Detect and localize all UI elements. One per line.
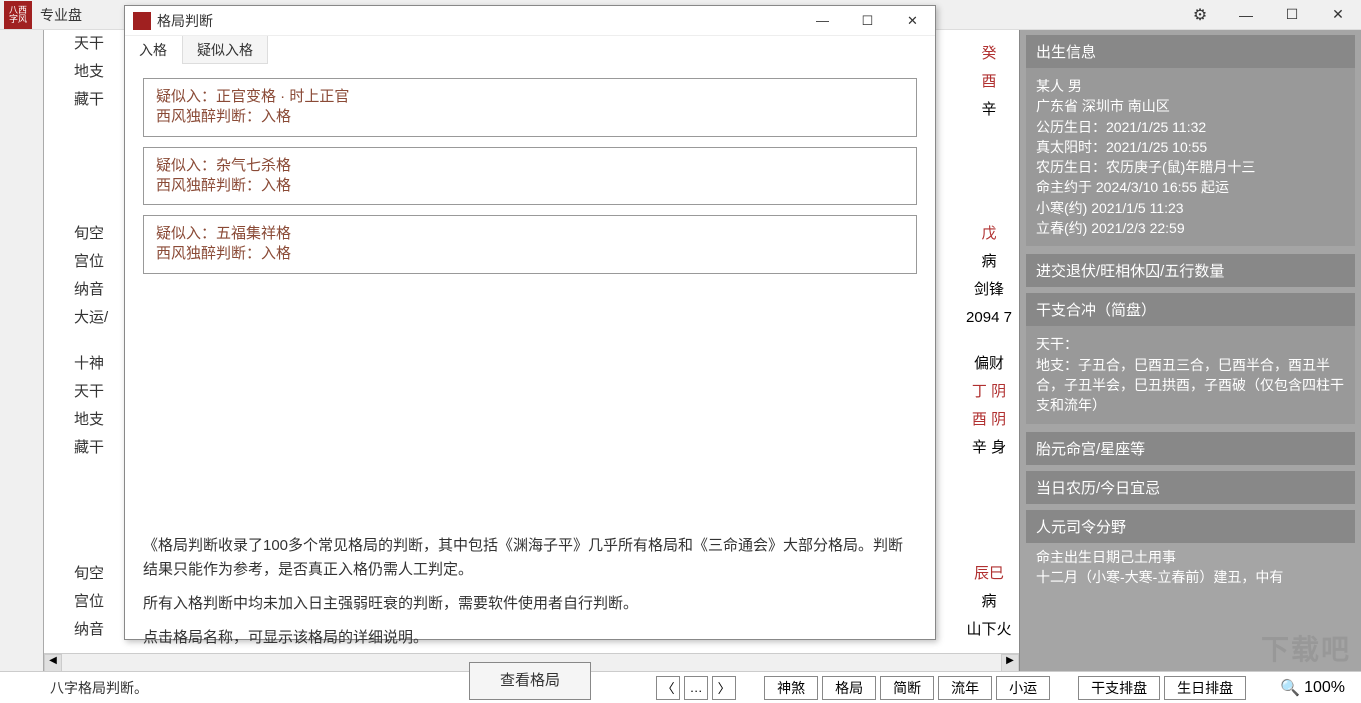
minimize-button[interactable]: — <box>1223 0 1269 30</box>
info-header-ganzhi[interactable]: 干支合冲（简盘） <box>1026 293 1355 326</box>
info-header-birth[interactable]: 出生信息 <box>1026 35 1355 68</box>
dialog-tabs: 入格 疑似入格 <box>125 36 935 64</box>
bg-labels-upper: 天干 地支 藏干 <box>74 30 104 114</box>
app-icon: 八西 字风 <box>4 1 32 29</box>
zoom-text: 100% <box>1304 679 1345 697</box>
birth-info-body: 某人 男 广东省 深圳市 南山区 公历生日：2021/1/25 11:32 真太… <box>1026 68 1355 246</box>
info-header-siling[interactable]: 人元司令分野 <box>1026 510 1355 543</box>
scroll-right-icon[interactable]: ▶ <box>1001 654 1019 672</box>
info-header-taiyuan[interactable]: 胎元命宫/星座等 <box>1026 432 1355 465</box>
rule-item[interactable]: 疑似入：杂气七杀格 西风独醉判断：入格 <box>143 147 917 206</box>
tab-yisi-ruge[interactable]: 疑似入格 <box>182 36 268 64</box>
dialog-body: 疑似入：正官变格 · 时上正官 西风独醉判断：入格 疑似入：杂气七杀格 西风独醉… <box>125 64 935 534</box>
dialog-icon <box>133 12 151 30</box>
rule-item[interactable]: 疑似入：五福集祥格 西风独醉判断：入格 <box>143 215 917 274</box>
info-panel: 出生信息 某人 男 广东省 深圳市 南山区 公历生日：2021/1/25 11:… <box>1019 30 1361 671</box>
right-column-mid: 戊 病 剑锋 2094 7 <box>959 220 1019 332</box>
tool-ganzhi-paipan[interactable]: 干支排盘 <box>1078 676 1160 700</box>
bg-labels-lower2: 十神 天干 地支 藏干 <box>74 350 104 462</box>
tool-shengri-paipan[interactable]: 生日排盘 <box>1164 676 1246 700</box>
tool-liunian[interactable]: 流年 <box>938 676 992 700</box>
right-column-mid2: 偏财 丁 阴 酉 阴 辛 身 <box>959 350 1019 462</box>
scroll-left-icon[interactable]: ◀ <box>44 654 62 672</box>
bg-labels-lower3: 旬空 宫位 纳音 <box>74 560 104 644</box>
geju-dialog: 格局判断 — ☐ ✕ 入格 疑似入格 疑似入：正官变格 · 时上正官 西风独醉判… <box>124 5 936 640</box>
gear-icon[interactable]: ⚙ <box>1177 0 1223 30</box>
dialog-footer-text: 《格局判断收录了100多个常见格局的判断，其中包括《渊海子平》几乎所有格局和《三… <box>125 534 935 700</box>
left-gutter <box>0 30 44 671</box>
info-header-wuxing[interactable]: 进交退伏/旺相休囚/五行数量 <box>1026 254 1355 287</box>
tool-xiaoyun[interactable]: 小运 <box>996 676 1050 700</box>
ganzhi-body: 天干： 地支：子丑合，巳酉丑三合，巳酉半合，酉丑半合，子丑半会，巳丑拱酉，子酉破… <box>1026 326 1355 423</box>
maximize-button[interactable]: ☐ <box>1269 0 1315 30</box>
right-column-upper: 癸 酉 辛 <box>959 40 1019 124</box>
tab-ruge[interactable]: 入格 <box>125 36 182 64</box>
close-button[interactable]: ✕ <box>1315 0 1361 30</box>
dialog-title: 格局判断 <box>157 11 213 31</box>
rule-item[interactable]: 疑似入：正官变格 · 时上正官 西风独醉判断：入格 <box>143 78 917 137</box>
dialog-titlebar: 格局判断 — ☐ ✕ <box>125 6 935 36</box>
view-geju-button[interactable]: 查看格局 <box>469 662 591 700</box>
siling-body: 命主出生日期己土用事 十二月（小寒-大寒-立春前）建丑，中有 <box>1026 543 1355 596</box>
dialog-close-button[interactable]: ✕ <box>890 6 935 36</box>
dialog-maximize-button[interactable]: ☐ <box>845 6 890 36</box>
zoom-icon[interactable]: 🔍 <box>1280 678 1300 698</box>
app-title: 专业盘 <box>40 5 82 25</box>
dialog-minimize-button[interactable]: — <box>800 6 845 36</box>
info-header-nongli[interactable]: 当日农历/今日宜忌 <box>1026 471 1355 504</box>
bg-labels-lower1: 旬空 宫位 纳音 大运/ <box>74 220 108 332</box>
right-column-lower: 辰巳 病 山下火 <box>959 560 1019 644</box>
